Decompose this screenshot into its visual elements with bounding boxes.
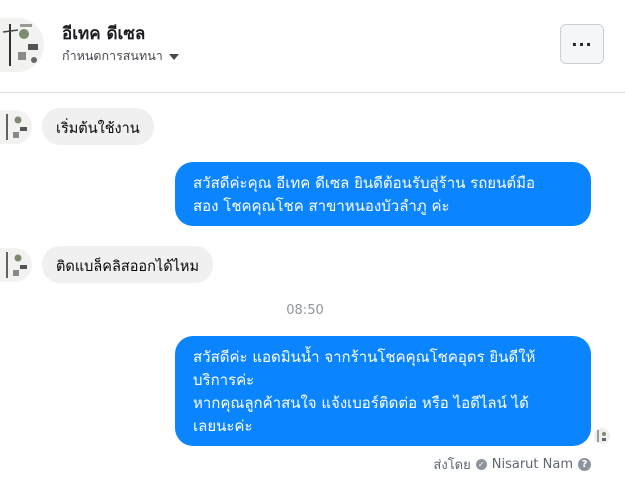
seen-avatar-icon — [594, 428, 610, 444]
verified-check-icon: ✓ — [475, 459, 487, 470]
conversation-header: อีเทค ดีเซล กำหนดการสนทนา ··· — [0, 0, 625, 93]
sent-by-info: ส่งโดย ✓ Nisarut Nam ? — [433, 454, 591, 475]
message-bubble-outgoing[interactable]: สวัสดีค่ะ แอดมินน้ำ จากร้านโชคคุณโชคอุดร… — [175, 336, 591, 446]
subtitle-label: กำหนดการสนทนา — [62, 48, 163, 63]
sent-by-label: ส่งโดย — [433, 458, 471, 473]
message-line: หากคุณลูกค้าสนใจ แจ้งเบอร์ติดต่อ หรือ ไอ… — [193, 394, 529, 412]
caret-down-icon — [168, 54, 179, 60]
message-line: สวัสดีค่ะคุณ อีเทค ดีเซล ยินดีต้อนรับสู่… — [193, 174, 535, 192]
assign-conversation-dropdown[interactable]: กำหนดการสนทนา — [62, 46, 179, 66]
sender-avatar[interactable] — [0, 248, 32, 282]
message-bubble-outgoing[interactable]: สวัสดีค่ะคุณ อีเทค ดีเซล ยินดีต้อนรับสู่… — [175, 162, 591, 226]
message-bubble-incoming[interactable]: ติดแบล็คลิสออกได้ไหม — [42, 246, 214, 283]
page-title: อีเทค ดีเซล — [62, 24, 146, 44]
message-timestamp: 08:50 — [286, 303, 324, 318]
message-line: เลยนะค่ะ — [193, 417, 253, 435]
sender-avatar[interactable] — [0, 110, 32, 144]
sender-name[interactable]: Nisarut Nam — [492, 457, 573, 472]
message-line: สวัสดีค่ะ แอดมินน้ำ จากร้านโชคคุณโชคอุดร… — [193, 348, 536, 366]
more-options-button[interactable]: ··· — [560, 24, 604, 64]
more-options-icon: ··· — [571, 34, 593, 54]
page-avatar[interactable] — [0, 18, 44, 72]
help-icon[interactable]: ? — [578, 458, 591, 471]
message-text: ติดแบล็คลิสออกได้ไหม — [56, 259, 200, 275]
message-line: บริการค่ะ — [193, 371, 255, 389]
message-bubble-incoming[interactable]: เริ่มต้นใช้งาน — [42, 108, 154, 145]
message-line: สอง โชคคุณโชค สาขาหนองบัวลำภู ค่ะ — [193, 197, 450, 215]
message-text: เริ่มต้นใช้งาน — [56, 121, 140, 137]
